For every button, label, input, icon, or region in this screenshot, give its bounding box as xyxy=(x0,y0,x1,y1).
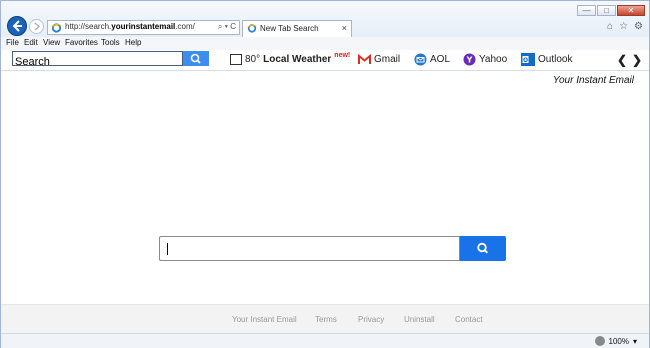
text-cursor xyxy=(167,243,168,255)
forward-button[interactable] xyxy=(29,19,44,34)
weather-label: Local Weather xyxy=(263,53,332,65)
menu-edit[interactable]: Edit xyxy=(24,38,38,47)
toolbar-gmail[interactable]: Gmail xyxy=(358,51,400,67)
toolbar-search-box xyxy=(12,51,183,69)
menu-help[interactable]: Help xyxy=(125,38,141,47)
tab-close-icon[interactable]: × xyxy=(342,23,347,33)
weather-temp: 80° xyxy=(245,53,261,65)
toolbar-search-button[interactable] xyxy=(183,51,209,66)
favorites-star-icon[interactable]: ☆ xyxy=(619,21,628,32)
close-button[interactable]: ✕ xyxy=(617,5,645,16)
svg-text:Y: Y xyxy=(466,55,473,64)
zoom-level: 100% xyxy=(608,336,629,346)
menu-view[interactable]: View xyxy=(43,38,60,47)
yahoo-label: Yahoo xyxy=(479,53,508,65)
main-search-button[interactable] xyxy=(460,236,506,261)
menu-tools[interactable]: Tools xyxy=(101,38,120,47)
gmail-label: Gmail xyxy=(374,53,401,65)
toolbar-aol[interactable]: AOL xyxy=(414,51,450,67)
svg-text:O: O xyxy=(523,57,528,64)
toolbar-next-button[interactable]: ❯ xyxy=(632,53,642,67)
toolbar-search-input[interactable] xyxy=(13,55,177,69)
ie-icon xyxy=(51,23,62,33)
yahoo-icon: Y xyxy=(463,53,476,65)
search-icon xyxy=(477,242,489,254)
back-button[interactable] xyxy=(7,16,27,36)
arrow-right-icon xyxy=(34,22,40,31)
footer-link-uninstall[interactable]: Uninstall xyxy=(404,315,435,324)
brand-tagline: Your Instant Email xyxy=(552,75,634,86)
toolbar-weather[interactable]: 80° Local Weather new! xyxy=(230,51,350,67)
browser-right-icons: ⌂ ☆ ⚙ xyxy=(607,21,643,32)
menu-file[interactable]: File xyxy=(6,38,19,47)
url-text: http://search.yourinstantemail.com/ xyxy=(65,22,195,31)
home-icon[interactable]: ⌂ xyxy=(607,21,613,32)
weather-icon xyxy=(230,53,242,65)
address-tools[interactable]: ⌕ ▾ C xyxy=(218,22,236,32)
search-icon xyxy=(190,53,201,64)
footer-link-your-instant-email[interactable]: Your Instant Email xyxy=(232,315,297,324)
toolbar-prev-button[interactable]: ❮ xyxy=(617,53,627,67)
settings-gear-icon[interactable]: ⚙ xyxy=(634,21,643,32)
arrow-left-icon xyxy=(12,20,22,32)
status-icon xyxy=(594,336,605,346)
status-bar: 100% ▾ xyxy=(1,333,649,348)
maximize-button[interactable]: □ xyxy=(597,5,616,16)
outlook-icon: O xyxy=(521,52,535,66)
new-badge: new! xyxy=(334,51,351,59)
menu-favorites[interactable]: Favorites xyxy=(65,38,98,47)
window-controls: — □ ✕ xyxy=(577,5,645,16)
aol-mail-icon xyxy=(414,53,427,65)
tab-title: New Tab Search xyxy=(260,24,319,33)
footer-link-contact[interactable]: Contact xyxy=(455,315,483,324)
tab-new-tab-search[interactable]: New Tab Search × xyxy=(242,20,352,37)
outlook-label: Outlook xyxy=(538,53,573,65)
address-bar[interactable]: http://search.yourinstantemail.com/ ⌕ ▾ … xyxy=(47,20,240,35)
title-bar: http://search.yourinstantemail.com/ ⌕ ▾ … xyxy=(1,1,649,37)
minimize-button[interactable]: — xyxy=(577,5,596,16)
footer-link-privacy[interactable]: Privacy xyxy=(358,315,384,324)
new-tab-button[interactable] xyxy=(354,21,374,36)
zoom-dropdown-icon[interactable]: ▾ xyxy=(633,337,637,346)
zoom-control[interactable]: 100% ▾ xyxy=(594,336,637,346)
toolbar-outlook[interactable]: O Outlook xyxy=(521,51,572,67)
aol-label: AOL xyxy=(430,53,451,65)
ie-icon xyxy=(247,24,257,33)
gmail-icon xyxy=(358,53,371,64)
extension-toolbar: 80° Local Weather new! Gmail AOL Y Yahoo… xyxy=(1,50,649,71)
browser-window: http://search.yourinstantemail.com/ ⌕ ▾ … xyxy=(0,0,650,348)
menu-bar: File Edit View Favorites Tools Help xyxy=(1,37,649,51)
main-search-box xyxy=(159,236,464,261)
toolbar-yahoo[interactable]: Y Yahoo xyxy=(463,51,507,67)
footer: Your Instant Email Terms Privacy Uninsta… xyxy=(1,304,649,334)
main-search-input[interactable] xyxy=(160,237,464,260)
footer-link-terms[interactable]: Terms xyxy=(315,315,337,324)
